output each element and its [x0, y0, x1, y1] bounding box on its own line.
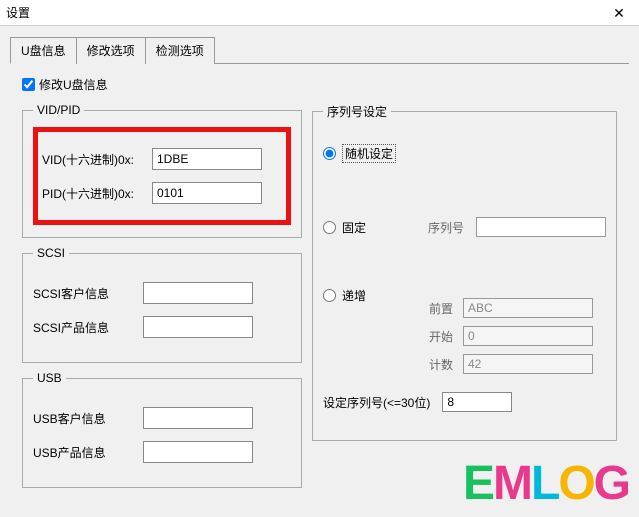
radio-random-input[interactable] [323, 147, 336, 160]
start-input[interactable] [463, 326, 593, 346]
checkbox-modify-usb-label: 修改U盘信息 [39, 76, 108, 93]
start-label: 开始 [413, 328, 453, 345]
scsi-product-input[interactable] [143, 316, 253, 338]
prefix-label: 前置 [413, 300, 453, 317]
fixed-serial-input[interactable] [476, 217, 606, 237]
tab-bar: U盘信息 修改选项 检测选项 [10, 36, 629, 64]
radio-random-label: 随机设定 [342, 144, 396, 163]
count-input[interactable] [463, 354, 593, 374]
scsi-product-label: SCSI产品信息 [33, 319, 143, 336]
checkbox-modify-usb-input[interactable] [22, 78, 35, 91]
vid-pid-highlight: VID(十六进制)0x: PID(十六进制)0x: [33, 127, 291, 225]
close-icon: ✕ [613, 5, 625, 22]
seq-row: 设定序列号(<=30位) [323, 392, 606, 412]
usb-customer-input[interactable] [143, 407, 253, 429]
group-serial: 序列号设定 随机设定 固定 序列号 递增 [312, 103, 617, 441]
group-usb: USB USB客户信息 USB产品信息 [22, 371, 302, 488]
count-label: 计数 [413, 356, 453, 373]
checkbox-modify-usb[interactable]: 修改U盘信息 [22, 76, 617, 93]
legend-usb: USB [33, 371, 66, 385]
usb-customer-label: USB客户信息 [33, 410, 143, 427]
tab-usb-info[interactable]: U盘信息 [10, 37, 77, 64]
radio-fixed-label: 固定 [342, 219, 366, 236]
emlog-logo: EMLOG [463, 456, 629, 511]
legend-serial: 序列号设定 [323, 103, 391, 120]
group-scsi: SCSI SCSI客户信息 SCSI产品信息 [22, 246, 302, 363]
prefix-input[interactable] [463, 298, 593, 318]
window-title: 设置 [6, 4, 30, 21]
seq-input[interactable] [442, 392, 512, 412]
scsi-customer-input[interactable] [143, 282, 253, 304]
panel-usb-info: 修改U盘信息 VID/PID VID(十六进制)0x: PID(十六进制)0x: [10, 64, 629, 508]
tab-detect-options[interactable]: 检测选项 [145, 37, 215, 64]
seq-label: 设定序列号(<=30位) [323, 394, 430, 411]
radio-increment-label: 递增 [342, 287, 366, 304]
fixed-serial-label: 序列号 [428, 219, 464, 236]
usb-product-label: USB产品信息 [33, 444, 143, 461]
usb-product-input[interactable] [143, 441, 253, 463]
radio-fixed[interactable]: 固定 序列号 [323, 217, 606, 237]
radio-fixed-input[interactable] [323, 221, 336, 234]
pid-label: PID(十六进制)0x: [42, 185, 152, 202]
vid-input[interactable] [152, 148, 262, 170]
group-vid-pid: VID/PID VID(十六进制)0x: PID(十六进制)0x: [22, 103, 302, 238]
title-bar: 设置 ✕ [0, 0, 639, 26]
radio-random[interactable]: 随机设定 [323, 144, 606, 163]
legend-scsi: SCSI [33, 246, 69, 260]
close-button[interactable]: ✕ [599, 0, 639, 26]
radio-increment-input[interactable] [323, 289, 336, 302]
tab-modify-options[interactable]: 修改选项 [76, 37, 146, 64]
scsi-customer-label: SCSI客户信息 [33, 285, 143, 302]
legend-vid-pid: VID/PID [33, 103, 84, 117]
pid-input[interactable] [152, 182, 262, 204]
vid-label: VID(十六进制)0x: [42, 151, 152, 168]
